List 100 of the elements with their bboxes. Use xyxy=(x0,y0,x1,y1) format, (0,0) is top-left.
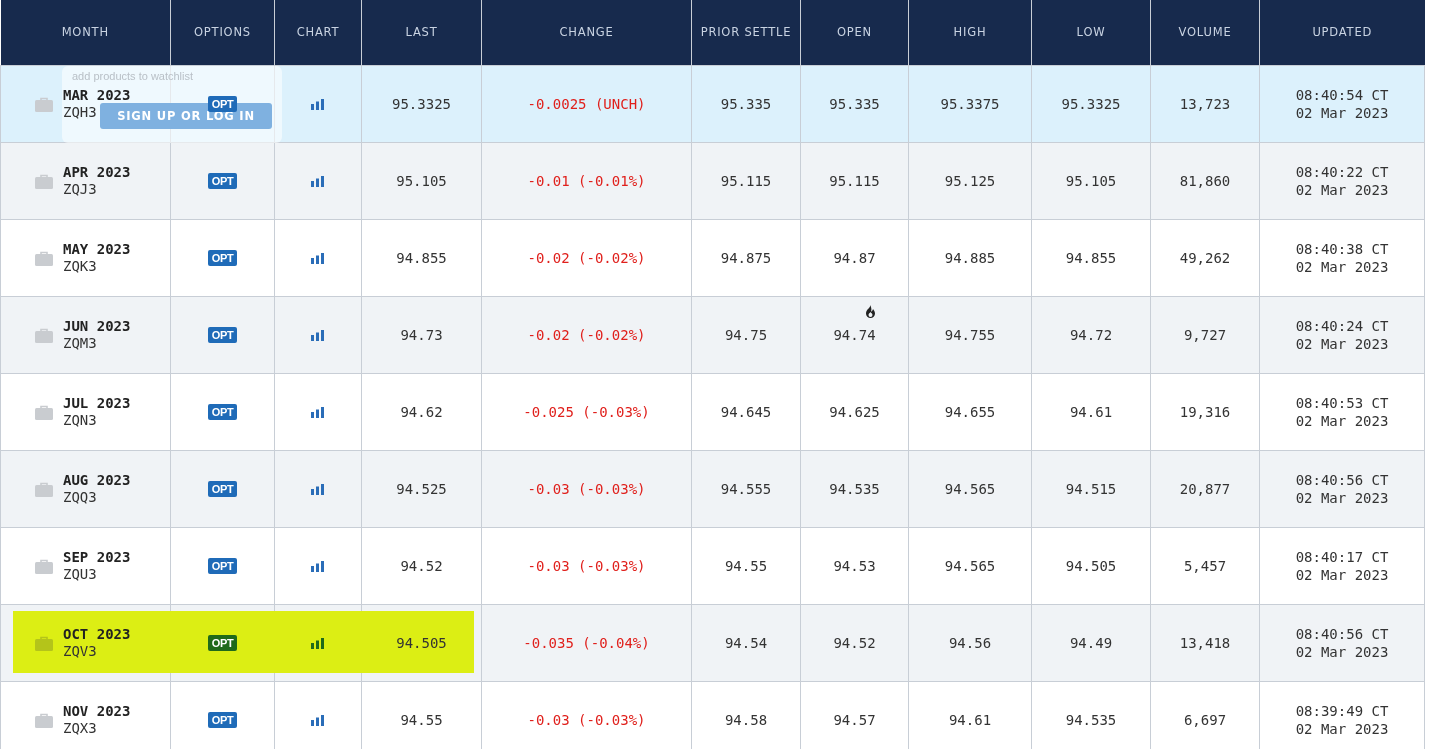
table-cell: 94.515 xyxy=(1065,481,1117,497)
update-date: 02 Mar 2023 xyxy=(1294,489,1390,508)
table-cell: 94.61 xyxy=(948,712,992,728)
update-time: 08:40:22 CT xyxy=(1294,162,1390,181)
table-cell: 94.645 xyxy=(720,404,772,420)
contract-code: ZQQ3 xyxy=(63,489,98,507)
update-time: 08:40:56 CT xyxy=(1294,624,1390,643)
contract-code: ZQM3 xyxy=(63,335,98,353)
table-cell: 49,262 xyxy=(1179,250,1231,266)
contract-month[interactable]: MAY 2023 xyxy=(63,240,131,258)
update-time: 08:40:53 CT xyxy=(1294,393,1390,412)
table-cell: 9,727 xyxy=(1183,327,1227,343)
table-cell: -0.03 (-0.03%) xyxy=(527,481,646,497)
table-cell: 94.655 xyxy=(944,404,996,420)
bar-chart-icon[interactable] xyxy=(311,637,325,649)
table-cell: 19,316 xyxy=(1179,404,1231,420)
bar-chart-icon[interactable] xyxy=(311,560,325,572)
table-cell: 94.505 xyxy=(396,635,447,651)
bar-chart-icon[interactable] xyxy=(311,483,325,495)
table-cell: 94.87 xyxy=(833,250,876,266)
table-cell: 94.61 xyxy=(1069,404,1113,420)
contract-code: ZQU3 xyxy=(63,566,98,584)
contract-month[interactable]: OCT 2023 xyxy=(63,625,131,643)
column-header[interactable]: CHANGE xyxy=(481,0,692,66)
table-cell: 95.125 xyxy=(944,173,996,189)
table-cell: 95.3325 xyxy=(392,96,451,112)
options-link[interactable]: OPT xyxy=(207,173,238,189)
table-cell: 95.335 xyxy=(829,96,880,112)
bar-chart-icon[interactable] xyxy=(311,406,325,418)
table-cell: -0.03 (-0.03%) xyxy=(527,558,646,574)
contract-month[interactable]: SEP 2023 xyxy=(63,548,131,566)
options-link[interactable]: OPT xyxy=(207,481,238,497)
column-header[interactable]: VOLUME xyxy=(1150,0,1260,66)
options-link[interactable]: OPT xyxy=(207,250,238,266)
table-cell: 94.53 xyxy=(833,558,876,574)
table-cell: -0.02 (-0.02%) xyxy=(527,327,646,343)
update-date: 02 Mar 2023 xyxy=(1294,181,1390,200)
contract-code: ZQV3 xyxy=(63,643,98,661)
contract-month[interactable]: NOV 2023 xyxy=(63,702,131,720)
column-header[interactable]: HIGH xyxy=(908,0,1032,66)
table-cell: -0.03 (-0.03%) xyxy=(527,712,646,728)
table-cell: 95.115 xyxy=(829,173,880,189)
table-cell: 94.885 xyxy=(944,250,996,266)
update-date: 02 Mar 2023 xyxy=(1294,412,1390,431)
update-date: 02 Mar 2023 xyxy=(1294,566,1390,585)
table-cell: 94.73 xyxy=(400,327,443,343)
bar-chart-icon[interactable] xyxy=(311,252,325,264)
update-date: 02 Mar 2023 xyxy=(1294,643,1390,662)
table-cell: 94.535 xyxy=(829,481,880,497)
table-cell: 95.335 xyxy=(720,96,772,112)
options-link[interactable]: OPT xyxy=(207,404,238,420)
table-cell: 94.875 xyxy=(720,250,772,266)
options-link[interactable]: OPT xyxy=(207,327,238,343)
contract-month[interactable]: MAR 2023 xyxy=(63,86,131,104)
table-cell: 94.55 xyxy=(724,558,768,574)
options-link[interactable]: OPT xyxy=(207,712,238,728)
table-cell: 94.56 xyxy=(948,635,992,651)
table-cell: 94.52 xyxy=(400,558,443,574)
column-header[interactable]: LOW xyxy=(1031,0,1151,66)
bar-chart-icon[interactable] xyxy=(311,175,325,187)
contract-code: ZQN3 xyxy=(63,412,98,430)
column-header[interactable]: CHART xyxy=(274,0,362,66)
update-time: 08:40:54 CT xyxy=(1294,85,1390,104)
options-link[interactable]: OPT xyxy=(207,96,238,112)
contract-month[interactable]: JUL 2023 xyxy=(63,394,131,412)
contract-month[interactable]: AUG 2023 xyxy=(63,471,131,489)
update-time: 08:39:49 CT xyxy=(1294,701,1390,720)
options-link[interactable]: OPT xyxy=(207,558,238,574)
table-cell: 94.57 xyxy=(833,712,876,728)
update-date: 02 Mar 2023 xyxy=(1294,258,1390,277)
bar-chart-icon[interactable] xyxy=(311,329,325,341)
table-cell: 95.105 xyxy=(1065,173,1117,189)
column-header[interactable]: PRIOR SETTLE xyxy=(691,0,801,66)
table-cell: 94.55 xyxy=(400,712,443,728)
column-header[interactable]: OPTIONS xyxy=(170,0,275,66)
contract-code: ZQX3 xyxy=(63,720,98,738)
column-header[interactable]: MONTH xyxy=(0,0,171,66)
contract-code: ZQJ3 xyxy=(63,181,98,199)
contract-month[interactable]: JUN 2023 xyxy=(63,317,131,335)
bar-chart-icon[interactable] xyxy=(311,714,325,726)
column-header[interactable]: OPEN xyxy=(800,0,909,66)
table-cell: 94.75 xyxy=(724,327,768,343)
table-cell: 94.62 xyxy=(400,404,443,420)
table-cell: 94.505 xyxy=(1065,558,1117,574)
table-cell: 94.625 xyxy=(829,404,880,420)
table-cell: 94.555 xyxy=(720,481,772,497)
table-cell: 94.52 xyxy=(833,635,876,651)
bar-chart-icon[interactable] xyxy=(311,98,325,110)
update-time: 08:40:17 CT xyxy=(1294,547,1390,566)
table-cell: 94.74 xyxy=(833,327,876,343)
table-cell: -0.035 (-0.04%) xyxy=(523,635,650,651)
update-date: 02 Mar 2023 xyxy=(1294,720,1390,739)
options-link[interactable]: OPT xyxy=(207,635,238,651)
contract-month[interactable]: APR 2023 xyxy=(63,163,131,181)
table-cell: 94.54 xyxy=(724,635,768,651)
table-cell: -0.02 (-0.02%) xyxy=(527,250,646,266)
table-cell: 20,877 xyxy=(1179,481,1231,497)
table-cell: -0.0025 (UNCH) xyxy=(527,96,646,112)
column-header[interactable]: UPDATED xyxy=(1259,0,1425,66)
column-header[interactable]: LAST xyxy=(361,0,482,66)
